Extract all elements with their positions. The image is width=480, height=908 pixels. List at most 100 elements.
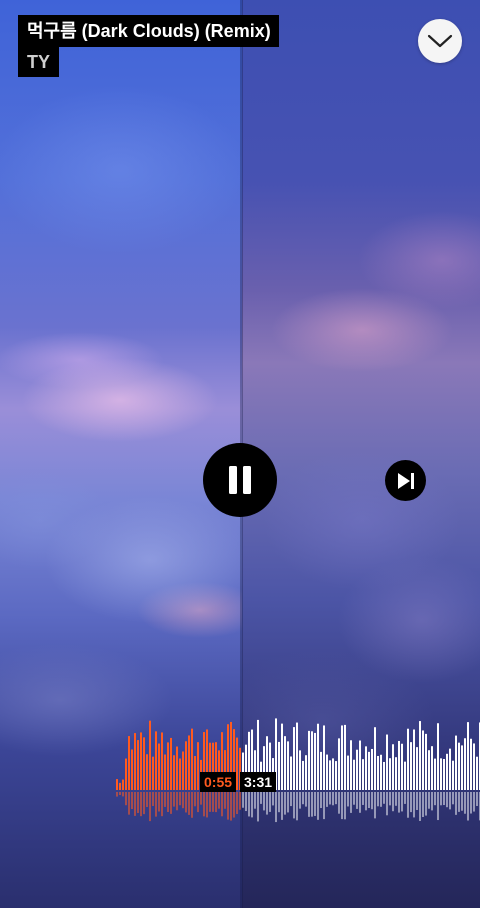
track-title[interactable]: 먹구름 (Dark Clouds) (Remix) [18, 15, 279, 47]
waveform-bar [281, 723, 283, 790]
waveform-bar [455, 735, 457, 790]
waveform-reflection-bar [380, 792, 382, 807]
pause-button[interactable] [203, 443, 277, 517]
waveform-reflection-bar [425, 792, 427, 816]
waveform-bar [185, 741, 187, 790]
waveform-bar [443, 758, 445, 790]
waveform-bar [176, 746, 178, 790]
waveform-bar [392, 744, 394, 790]
chevron-down-icon [427, 34, 453, 48]
elapsed-time: 0:55 [200, 772, 237, 792]
waveform-reflection-bar [338, 792, 340, 814]
waveform-reflection-bar [356, 792, 358, 809]
waveform-reflection-bar [281, 792, 283, 820]
artist-name[interactable]: TY [18, 47, 60, 77]
waveform-bar [320, 751, 322, 790]
waveform-bar [152, 756, 154, 790]
waveform-reflection-bar [335, 792, 337, 805]
waveform-bar [467, 722, 469, 790]
waveform-bar [329, 760, 331, 790]
waveform-bar [125, 758, 127, 790]
waveform-reflection-bar [359, 792, 361, 813]
waveform-reflection-bar [215, 792, 217, 813]
waveform-reflection-bar [203, 792, 205, 817]
waveform-bar [164, 754, 166, 790]
waveform-bar [332, 758, 334, 790]
waveform-reflection-bar [302, 792, 304, 805]
waveform-reflection-bar [353, 792, 355, 805]
waveform-bar [314, 732, 316, 790]
waveform-bar [179, 758, 181, 790]
waveform-reflection-bar [326, 792, 328, 807]
waveform-bar [446, 753, 448, 790]
waveform-reflection-bar [401, 792, 403, 812]
waveform-reflection-bar [134, 792, 136, 816]
waveform-bar [143, 737, 145, 790]
waveform-bar [317, 723, 319, 790]
waveform-bar [437, 723, 439, 790]
waveform-bar [461, 745, 463, 790]
waveform-bar [371, 748, 373, 790]
waveform-bar [128, 736, 130, 790]
waveform-reflection-bar [317, 792, 319, 820]
waveform-bar [341, 725, 343, 790]
waveform-bar [356, 749, 358, 790]
waveform-reflection-bar [470, 792, 472, 814]
waveform-bar [362, 759, 364, 790]
waveform-reflection-bar [161, 792, 163, 817]
waveform-bar [299, 750, 301, 790]
waveform-bar [122, 779, 124, 790]
waveform-reflection-bar [188, 792, 190, 815]
waveform-bar [134, 733, 136, 790]
total-duration: 3:31 [240, 772, 277, 792]
waveform-bar [191, 728, 193, 790]
waveform-reflection-bar [119, 792, 121, 796]
waveform-bar [425, 733, 427, 790]
next-track-button[interactable] [385, 460, 426, 501]
waveform-bar [155, 731, 157, 790]
waveform-bar [170, 737, 172, 790]
waveform-bar [296, 722, 298, 790]
waveform-scrubber[interactable] [0, 700, 480, 840]
waveform-reflection-bar [461, 792, 463, 811]
collapse-button[interactable] [418, 19, 462, 63]
waveform-bar [368, 751, 370, 790]
waveform-reflection-bar [149, 792, 151, 822]
waveform-reflection-bar [410, 792, 412, 813]
waveform-reflection-bar [299, 792, 301, 809]
waveform-reflection-bar [179, 792, 181, 806]
waveform-reflection-bar [419, 792, 421, 821]
waveform-bar [173, 755, 175, 790]
waveform-reflection-bar [122, 792, 124, 797]
waveform-reflection-bar [128, 792, 130, 815]
waveform-reflection-bar [221, 792, 223, 817]
waveform-bar [131, 749, 133, 790]
waveform-bar [365, 746, 367, 790]
skip-next-icon [397, 472, 414, 489]
waveform-reflection-bar [284, 792, 286, 815]
waveform-bar [458, 742, 460, 790]
waveform-reflection-bar [182, 792, 184, 809]
waveform-reflection-bar [428, 792, 430, 809]
waveform-reflection-bar [467, 792, 469, 821]
waveform-bar [287, 741, 289, 790]
waveform-reflection-bar [152, 792, 154, 806]
waveform-bar [305, 755, 307, 790]
waveform-bar [149, 720, 151, 790]
waveform-reflection-bar [176, 792, 178, 811]
waveform-bar [137, 740, 139, 790]
waveform-reflection-bar [389, 792, 391, 806]
waveform-bar [374, 727, 376, 790]
waveform-bar [410, 742, 412, 790]
waveform-reflection-bar [344, 792, 346, 820]
waveform-reflection-bar [434, 792, 436, 806]
waveform-reflection-bar [224, 792, 226, 809]
waveform-bar [440, 758, 442, 790]
waveform-reflection-bar [422, 792, 424, 818]
waveform-reflection-bar [158, 792, 160, 812]
waveform-reflection-bar [245, 792, 247, 812]
waveform-bar [302, 760, 304, 790]
waveform-reflection-bar [329, 792, 331, 805]
waveform-bar [383, 761, 385, 790]
waveform-reflection-bar [362, 792, 364, 805]
